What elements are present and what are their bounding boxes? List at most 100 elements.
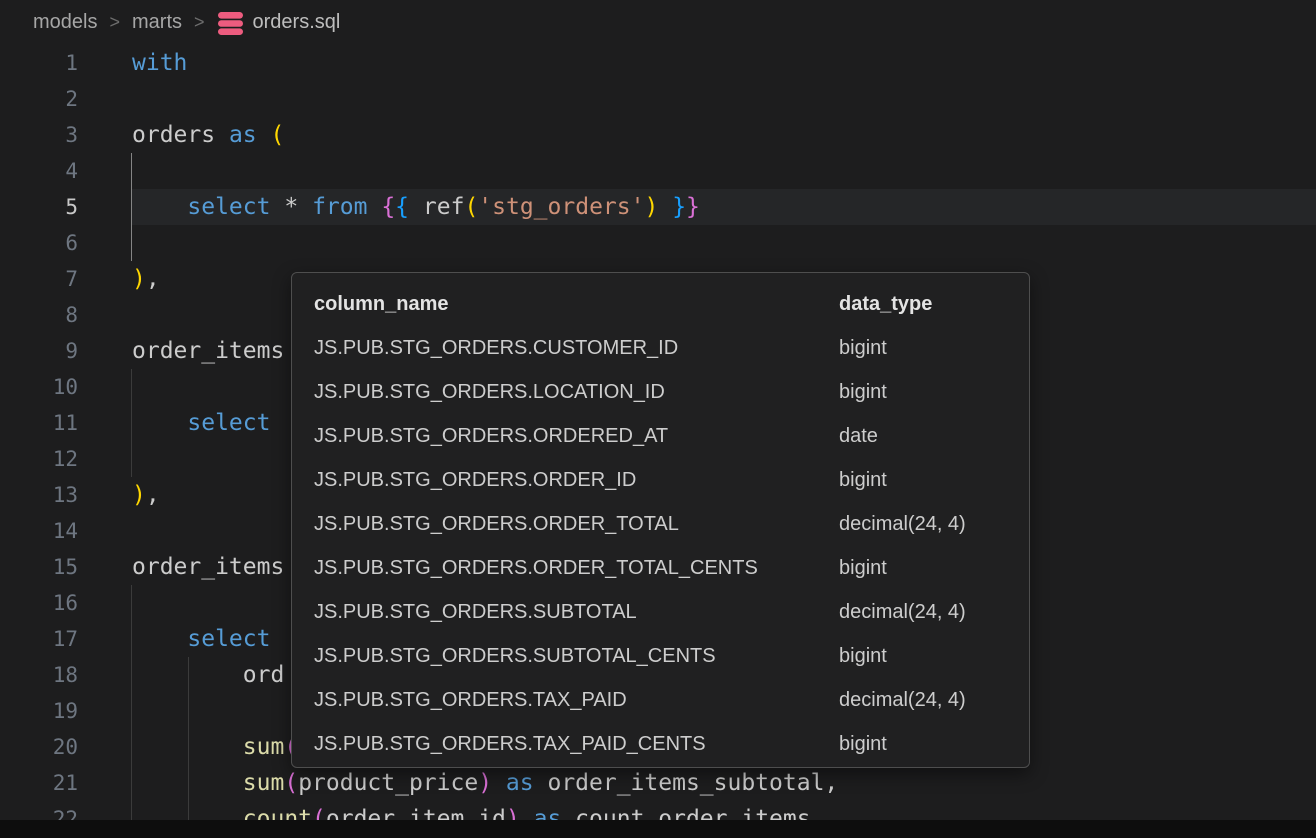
code-token: * bbox=[284, 194, 298, 220]
code-line-content[interactable]: select * from {{ ref('stg_orders') }} bbox=[132, 189, 1316, 225]
code-token: ( bbox=[271, 122, 285, 148]
line-number[interactable]: 10 bbox=[0, 369, 78, 405]
code-token bbox=[270, 194, 284, 220]
breadcrumb: models > marts > orders.sql bbox=[0, 0, 1316, 45]
code-token: ) bbox=[132, 266, 146, 292]
breadcrumb-file-name[interactable]: orders.sql bbox=[253, 11, 341, 34]
code-token: sum bbox=[243, 770, 285, 796]
code-token bbox=[298, 194, 312, 220]
code-line[interactable]: 6 bbox=[0, 225, 1316, 261]
line-number[interactable]: 20 bbox=[0, 729, 78, 765]
code-token: as bbox=[229, 122, 257, 148]
code-token bbox=[658, 194, 672, 220]
tooltip-cell-data-type: decimal(24, 4) bbox=[839, 513, 1029, 536]
code-line[interactable]: 1 with bbox=[0, 45, 1316, 81]
code-token: as bbox=[506, 770, 534, 796]
code-line-content[interactable] bbox=[132, 225, 1316, 261]
code-token: ord bbox=[132, 662, 284, 688]
line-number[interactable]: 6 bbox=[0, 225, 78, 261]
code-line[interactable]: 21 sum(product_price) as order_items_sub… bbox=[0, 765, 1316, 801]
line-number[interactable]: 9 bbox=[0, 333, 78, 369]
code-text: select bbox=[132, 405, 270, 441]
line-number[interactable]: 11 bbox=[0, 405, 78, 441]
tooltip-cell-column-name: JS.PUB.STG_ORDERS.TAX_PAID_CENTS bbox=[314, 733, 839, 756]
tooltip-cell-data-type: decimal(24, 4) bbox=[839, 601, 1029, 624]
tooltip-row: JS.PUB.STG_ORDERS.LOCATION_IDbigint bbox=[314, 370, 1029, 414]
tooltip-cell-data-type: bigint bbox=[839, 337, 1029, 360]
code-token bbox=[257, 122, 271, 148]
tooltip-cell-column-name: JS.PUB.STG_ORDERS.ORDERED_AT bbox=[314, 425, 839, 448]
code-token: product_price bbox=[298, 770, 478, 796]
code-token: } bbox=[686, 194, 700, 220]
line-number[interactable]: 17 bbox=[0, 621, 78, 657]
code-text: ), bbox=[132, 261, 160, 297]
line-number[interactable]: 15 bbox=[0, 549, 78, 585]
tooltip-header-row: column_name data_type bbox=[314, 282, 1029, 326]
code-line[interactable]: 4 bbox=[0, 153, 1316, 189]
tooltip-cell-data-type: bigint bbox=[839, 645, 1029, 668]
tooltip-cell-column-name: JS.PUB.STG_ORDERS.SUBTOTAL_CENTS bbox=[314, 645, 839, 668]
line-number[interactable]: 21 bbox=[0, 765, 78, 801]
code-line-content[interactable] bbox=[132, 153, 1316, 189]
tooltip-cell-column-name: JS.PUB.STG_ORDERS.SUBTOTAL bbox=[314, 601, 839, 624]
breadcrumb-separator: > bbox=[194, 12, 205, 33]
code-line-content[interactable]: sum(product_price) as order_items_subtot… bbox=[132, 765, 1316, 801]
line-number[interactable]: 3 bbox=[0, 117, 78, 153]
code-token: select bbox=[187, 410, 270, 436]
code-text: sum(product_price) as order_items_subtot… bbox=[132, 765, 838, 801]
code-token: , bbox=[146, 266, 160, 292]
tooltip-header-column-name: column_name bbox=[314, 293, 839, 316]
code-token: orders bbox=[132, 122, 229, 148]
tooltip-cell-column-name: JS.PUB.STG_ORDERS.ORDER_ID bbox=[314, 469, 839, 492]
code-token: ( bbox=[284, 770, 298, 796]
code-token: ref bbox=[423, 194, 465, 220]
code-text: select * from {{ ref('stg_orders') }} bbox=[132, 189, 700, 225]
code-line[interactable]: 5 select * from {{ ref('stg_orders') }} bbox=[0, 189, 1316, 225]
tooltip-cell-column-name: JS.PUB.STG_ORDERS.TAX_PAID bbox=[314, 689, 839, 712]
line-number[interactable]: 4 bbox=[0, 153, 78, 189]
line-number[interactable]: 8 bbox=[0, 297, 78, 333]
line-number[interactable]: 7 bbox=[0, 261, 78, 297]
code-token: select bbox=[187, 194, 270, 220]
code-line[interactable]: 3 orders as ( bbox=[0, 117, 1316, 153]
line-number[interactable]: 19 bbox=[0, 693, 78, 729]
tooltip-rows: JS.PUB.STG_ORDERS.CUSTOMER_IDbigintJS.PU… bbox=[314, 326, 1029, 766]
code-token bbox=[132, 626, 187, 652]
code-token: { bbox=[381, 194, 395, 220]
code-line-content[interactable]: with bbox=[132, 45, 1316, 81]
line-number[interactable]: 14 bbox=[0, 513, 78, 549]
line-number[interactable]: 13 bbox=[0, 477, 78, 513]
tooltip-row: JS.PUB.STG_ORDERS.TAX_PAID_CENTSbigint bbox=[314, 722, 1029, 766]
code-token: order_items_subtotal, bbox=[534, 770, 839, 796]
code-token: order_items bbox=[132, 338, 284, 364]
code-line-content[interactable] bbox=[132, 81, 1316, 117]
indent-guide bbox=[131, 369, 132, 405]
line-number[interactable]: 5 bbox=[0, 189, 78, 225]
line-number[interactable]: 2 bbox=[0, 81, 78, 117]
indent-guide bbox=[188, 693, 189, 729]
tooltip-row: JS.PUB.STG_ORDERS.ORDER_IDbigint bbox=[314, 458, 1029, 502]
code-line[interactable]: 2 bbox=[0, 81, 1316, 117]
indent-guide bbox=[131, 585, 132, 621]
code-token: , bbox=[146, 482, 160, 508]
code-token: { bbox=[395, 194, 409, 220]
breadcrumb-item-models[interactable]: models bbox=[33, 11, 97, 34]
code-token: ) bbox=[478, 770, 492, 796]
indent-guide bbox=[131, 153, 132, 189]
code-editor[interactable]: 1with23orders as (45 select * from {{ re… bbox=[0, 45, 1316, 837]
breadcrumb-item-marts[interactable]: marts bbox=[132, 11, 182, 34]
code-line-content[interactable]: orders as ( bbox=[132, 117, 1316, 153]
code-text: orders as ( bbox=[132, 117, 284, 153]
code-token: ) bbox=[644, 194, 658, 220]
line-number[interactable]: 12 bbox=[0, 441, 78, 477]
line-number[interactable]: 1 bbox=[0, 45, 78, 81]
line-number[interactable]: 16 bbox=[0, 585, 78, 621]
code-text: order_items bbox=[132, 333, 284, 369]
code-token bbox=[132, 770, 243, 796]
tooltip-cell-column-name: JS.PUB.STG_ORDERS.ORDER_TOTAL_CENTS bbox=[314, 557, 839, 580]
bottom-panel-edge bbox=[0, 820, 1316, 838]
code-token: sum bbox=[243, 734, 285, 760]
indent-guide bbox=[131, 225, 132, 261]
tooltip-cell-data-type: bigint bbox=[839, 733, 1029, 756]
line-number[interactable]: 18 bbox=[0, 657, 78, 693]
